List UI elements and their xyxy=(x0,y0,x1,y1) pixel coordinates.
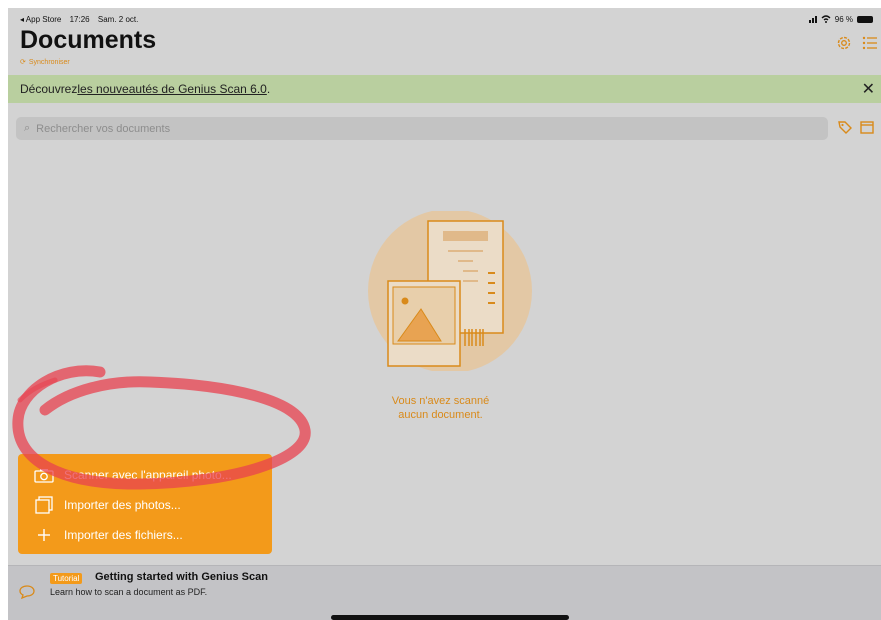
battery-percent: 96 % xyxy=(834,14,853,24)
banner-suffix: . xyxy=(266,82,271,96)
status-left: ◂ App Store 17:26 Sam. 2 oct. xyxy=(20,15,144,24)
gear-icon[interactable] xyxy=(835,34,853,52)
tutorial-title: Getting started with Genius Scan xyxy=(95,571,268,583)
search-actions xyxy=(837,119,875,135)
import-photos-button[interactable]: Importer des photos... xyxy=(18,490,272,520)
empty-state-message: Vous n'avez scanné aucun document. xyxy=(353,394,528,422)
speech-bubble-icon xyxy=(19,585,35,600)
app-screen: ◂ App Store 17:26 Sam. 2 oct. 96 % Docum… xyxy=(8,8,881,620)
scan-with-camera-button[interactable]: Scanner avec l'appareil photo... xyxy=(18,460,272,490)
tutorial-subtitle: Learn how to scan a document as PDF. xyxy=(50,587,208,597)
status-time: 17:26 xyxy=(69,14,90,24)
status-bar: ◂ App Store 17:26 Sam. 2 oct. 96 % xyxy=(20,12,873,26)
search-input[interactable]: ⌕ Rechercher vos documents xyxy=(16,117,828,140)
sync-icon: ⟳ xyxy=(20,59,26,66)
banner-link[interactable]: les nouveautés de Genius Scan 6.0 xyxy=(77,82,266,96)
menu-item-label: Scanner avec l'appareil photo... xyxy=(64,468,232,482)
top-toolbar xyxy=(835,34,879,52)
search-placeholder: Rechercher vos documents xyxy=(36,122,171,135)
camera-icon xyxy=(34,468,54,483)
signal-icon xyxy=(808,15,817,23)
search-icon: ⌕ xyxy=(24,122,31,134)
news-banner: Découvrez les nouveautés de Genius Scan … xyxy=(8,75,881,103)
empty-state-line2: aucun document. xyxy=(398,409,483,421)
photos-icon xyxy=(34,496,54,514)
back-to-app-link[interactable]: ◂ App Store xyxy=(20,15,61,24)
menu-item-label: Importer des photos... xyxy=(64,498,181,512)
sync-button[interactable]: ⟳ Synchroniser xyxy=(20,58,70,67)
empty-state-line1: Vous n'avez scanné xyxy=(391,395,490,407)
home-indicator[interactable] xyxy=(331,615,569,620)
import-menu: Scanner avec l'appareil photo... Importe… xyxy=(18,454,272,554)
tutorial-badge: Tutorial xyxy=(50,573,83,584)
wifi-icon xyxy=(821,15,831,23)
calendar-icon[interactable] xyxy=(859,119,875,135)
banner-close-button[interactable]: ✕ xyxy=(862,79,875,99)
list-icon[interactable] xyxy=(861,34,879,52)
import-files-button[interactable]: Importer des fichiers... xyxy=(18,520,272,550)
tag-icon[interactable] xyxy=(837,119,853,135)
sync-label: Synchroniser xyxy=(28,58,70,66)
page-title: Documents xyxy=(20,26,157,54)
tutorial-card[interactable]: Tutorial Getting started with Genius Sca… xyxy=(8,565,881,620)
battery-icon xyxy=(857,15,873,23)
plus-icon xyxy=(34,528,54,542)
empty-documents-illustration xyxy=(368,211,532,371)
status-right: 96 % xyxy=(808,14,873,24)
banner-prefix: Découvrez xyxy=(20,82,78,96)
status-date: Sam. 2 oct. xyxy=(97,14,139,24)
menu-item-label: Importer des fichiers... xyxy=(64,528,183,542)
